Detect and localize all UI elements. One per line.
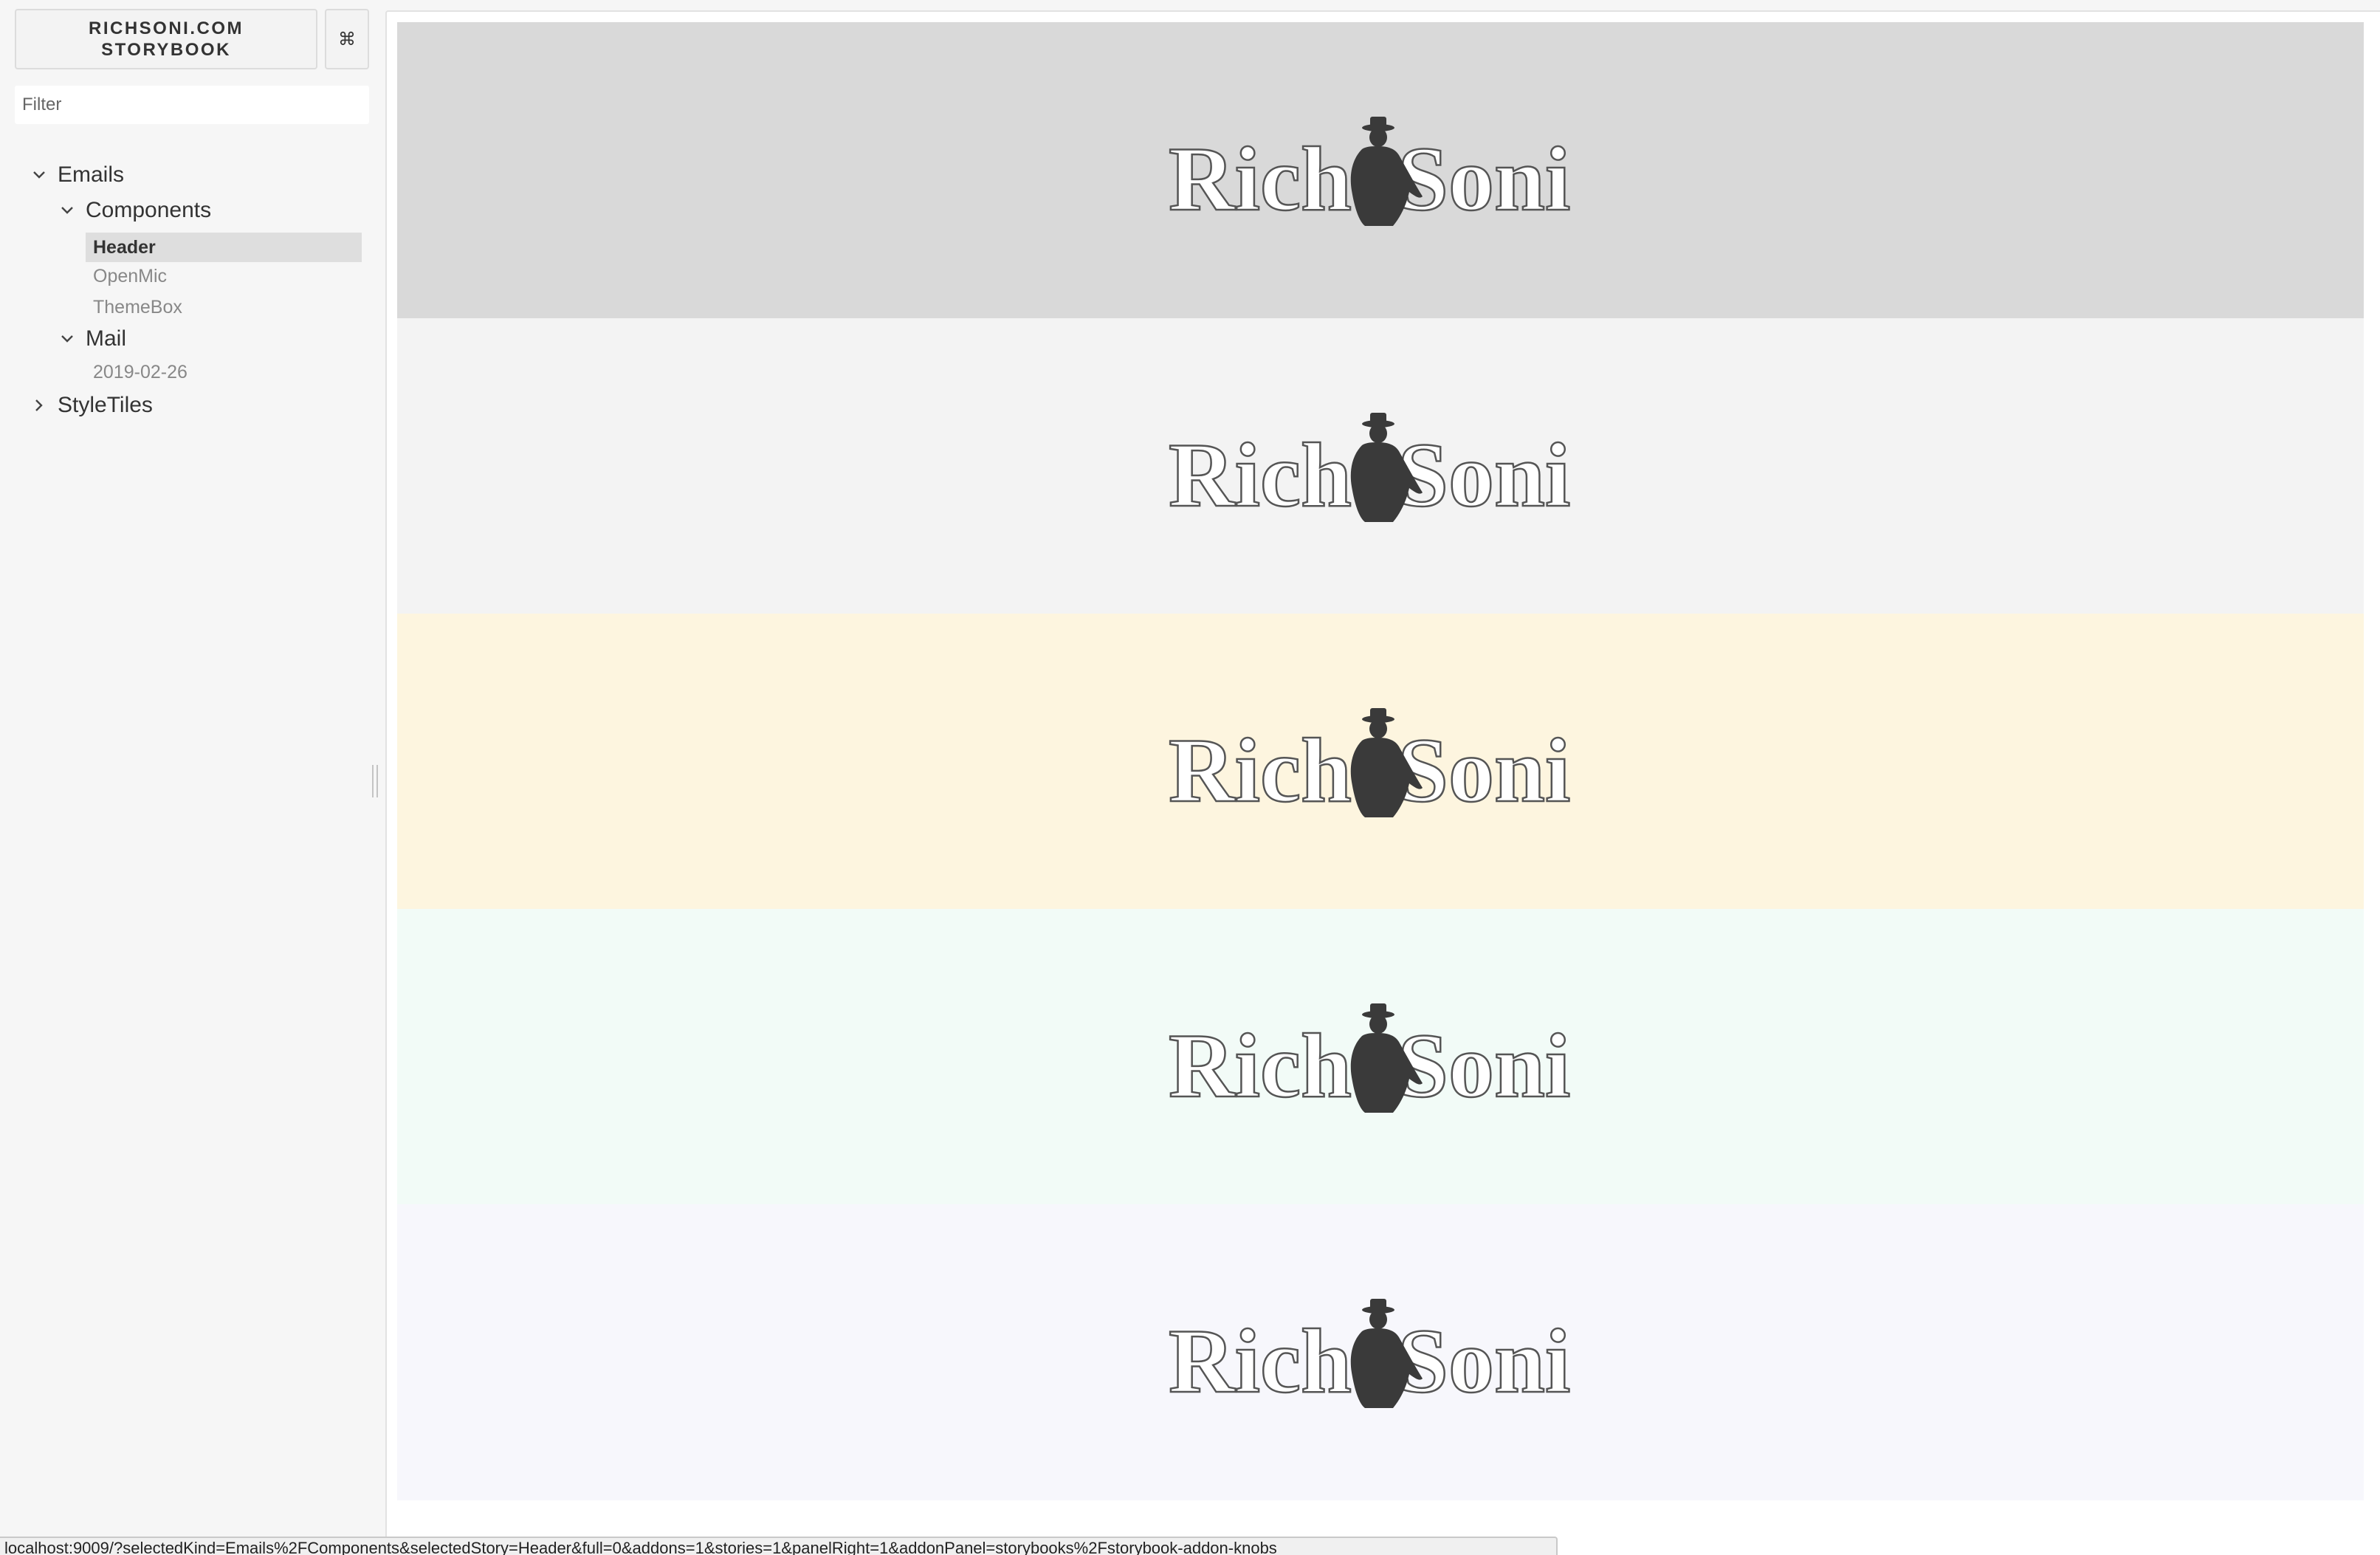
logo-word-rich: Rich [1169, 1015, 1352, 1114]
keyboard-shortcuts-button[interactable]: ⌘ [325, 9, 369, 69]
logo-word-soni: Soni [1397, 720, 1570, 819]
header-band-violet: Rich Soni [397, 1204, 2364, 1500]
header-band-mint: Rich Soni [397, 909, 2364, 1205]
logo-word-rich: Rich [1169, 1311, 1352, 1410]
tree-node-emails[interactable]: Emails [31, 162, 124, 188]
tree-node-label: Emails [58, 162, 125, 187]
logo-word-soni: Soni [1397, 425, 1570, 524]
filter-input[interactable] [15, 86, 369, 124]
tree-node-label: Mail [86, 326, 127, 351]
storybook-brand-title: RICHSONI.COM STORYBOOK [89, 18, 244, 60]
chevron-down-icon [59, 331, 75, 347]
tree-node-styletiles[interactable]: StyleTiles [31, 393, 153, 418]
logo-word-rich: Rich [1169, 425, 1352, 524]
header-band-grey: Rich Soni [397, 22, 2364, 318]
chevron-down-icon [31, 167, 47, 183]
richsoni-logo: Rich Soni [1169, 412, 1572, 524]
status-bar-url: localhost:9009/?selectedKind=Emails%2FCo… [0, 1537, 1558, 1555]
sidebar-resize-handle[interactable] [372, 765, 378, 797]
logo-word-soni: Soni [1397, 1311, 1570, 1410]
tree-node-label: Components [86, 198, 212, 222]
header-band-light: Rich Soni [397, 318, 2364, 614]
tree-node-label: StyleTiles [58, 393, 153, 417]
chevron-right-icon [31, 397, 47, 413]
logo-word-rich: Rich [1169, 720, 1352, 819]
sidebar: RICHSONI.COM STORYBOOK ⌘ Emails Componen… [0, 0, 381, 1555]
richsoni-logo: Rich Soni [1169, 707, 1572, 819]
story-item-themebox[interactable]: ThemeBox [93, 297, 182, 318]
logo-word-rich: Rich [1169, 128, 1352, 227]
story-item-openmic[interactable]: OpenMic [93, 266, 167, 287]
chevron-down-icon [59, 202, 75, 219]
story-item-2019-02-26[interactable]: 2019-02-26 [93, 362, 188, 383]
richsoni-logo: Rich Soni [1169, 116, 1572, 227]
header-band-cream: Rich Soni [397, 614, 2364, 910]
command-icon: ⌘ [338, 29, 356, 49]
tree-node-components[interactable]: Components [59, 198, 211, 223]
tree-node-mail[interactable]: Mail [59, 326, 126, 351]
richsoni-logo: Rich Soni [1169, 1003, 1572, 1114]
story-item-header[interactable]: Header [86, 233, 362, 262]
logo-word-soni: Soni [1397, 1015, 1570, 1114]
storybook-brand-button[interactable]: RICHSONI.COM STORYBOOK [15, 9, 317, 69]
richsoni-logo: Rich Soni [1169, 1298, 1572, 1410]
logo-word-soni: Soni [1397, 128, 1570, 227]
